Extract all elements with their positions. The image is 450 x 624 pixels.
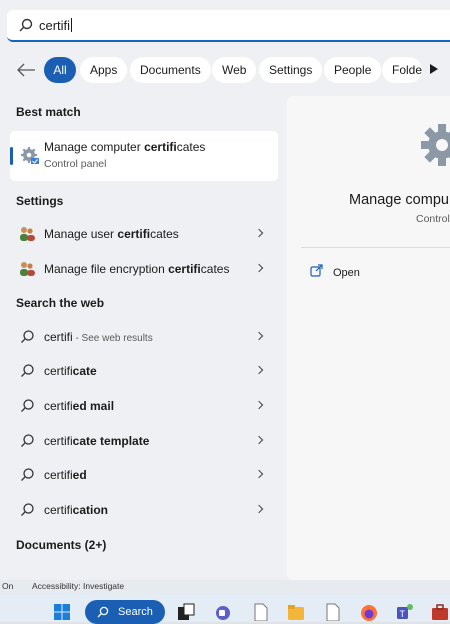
chevron-right-icon[interactable] xyxy=(254,400,264,410)
documents-heading[interactable]: Documents (2+) xyxy=(16,538,106,552)
result-label: certificate template xyxy=(44,434,150,448)
filter-chip-settings[interactable]: Settings xyxy=(259,57,323,83)
selection-indicator xyxy=(10,147,13,165)
filter-chip-documents[interactable]: Documents xyxy=(130,57,211,83)
task-view-icon[interactable] xyxy=(177,603,195,621)
best-match-result[interactable]: Manage computer certificates Control pan… xyxy=(10,131,278,181)
search-icon xyxy=(21,434,34,447)
file-explorer-icon[interactable] xyxy=(287,603,305,621)
result-label: certification xyxy=(44,503,109,517)
best-match-title: Manage computer certificates xyxy=(44,140,206,154)
preview-pane: Manage compu Control Open xyxy=(287,96,450,580)
taskbar-search-label: Search xyxy=(118,606,153,618)
web-result[interactable]: certification xyxy=(10,494,278,526)
result-label: certifi - See web results xyxy=(44,330,153,344)
filter-chip-web[interactable]: Web xyxy=(212,57,257,83)
status-left-text: On xyxy=(2,581,14,591)
result-label: certificate xyxy=(44,364,97,378)
search-icon xyxy=(97,606,109,618)
open-external-icon xyxy=(310,264,323,277)
result-label: certified xyxy=(44,468,87,482)
more-filters-arrow-icon[interactable] xyxy=(430,64,438,74)
web-result[interactable]: certified xyxy=(10,459,278,491)
open-action[interactable]: Open xyxy=(333,267,360,279)
chevron-right-icon[interactable] xyxy=(254,504,264,514)
web-result[interactable]: certifi - See web results xyxy=(10,321,278,353)
file-encryption-certificates-icon xyxy=(20,262,35,276)
chevron-right-icon[interactable] xyxy=(254,435,264,445)
settings-result-user-certificates[interactable]: Manage user certificates xyxy=(10,218,278,250)
result-label: Manage user certificates xyxy=(44,227,179,241)
status-strip: On Accessibility: Investigate xyxy=(0,580,450,594)
search-web-heading: Search the web xyxy=(16,296,105,310)
chevron-right-icon[interactable] xyxy=(254,263,264,273)
search-icon xyxy=(21,468,34,481)
search-icon xyxy=(21,503,34,516)
back-arrow-icon[interactable] xyxy=(16,63,36,77)
web-result[interactable]: certificate template xyxy=(10,425,278,457)
filter-chip-all[interactable]: All xyxy=(44,57,76,83)
search-panel: certifi All Apps Documents Web Settings … xyxy=(0,0,450,583)
teams-icon[interactable]: T xyxy=(396,603,414,621)
preview-subtitle: Control xyxy=(416,213,450,225)
best-match-subtitle: Control panel xyxy=(44,158,107,170)
filter-chip-apps[interactable]: Apps xyxy=(80,57,128,83)
firefox-icon[interactable] xyxy=(360,603,378,621)
svg-text:T: T xyxy=(400,609,406,619)
filter-chip-folders[interactable]: Folde xyxy=(382,57,422,83)
result-label: certified mail xyxy=(44,399,115,413)
search-icon xyxy=(21,330,34,343)
windows-start-icon[interactable] xyxy=(53,603,71,621)
best-match-heading: Best match xyxy=(16,105,81,119)
preview-title: Manage compu xyxy=(349,192,449,208)
document-app-icon[interactable] xyxy=(324,603,342,621)
search-icon xyxy=(21,364,34,377)
chevron-right-icon[interactable] xyxy=(254,365,264,375)
filter-bar: All Apps Documents Web Settings People F… xyxy=(0,56,450,86)
filter-chip-people[interactable]: People xyxy=(324,57,382,83)
certificate-manager-icon xyxy=(21,147,39,164)
accessibility-status[interactable]: Accessibility: Investigate xyxy=(32,581,124,591)
taskbar-search-button[interactable]: Search xyxy=(85,600,165,624)
chevron-right-icon[interactable] xyxy=(254,228,264,238)
result-label: Manage file encryption certificates xyxy=(44,262,230,276)
settings-result-file-encryption[interactable]: Manage file encryption certificates xyxy=(10,253,278,285)
settings-heading: Settings xyxy=(16,194,64,208)
search-input[interactable]: certifi xyxy=(39,18,73,33)
user-certificates-icon xyxy=(20,227,35,241)
web-result[interactable]: certified mail xyxy=(10,390,278,422)
chevron-right-icon[interactable] xyxy=(254,469,264,479)
chevron-right-icon[interactable] xyxy=(254,331,264,341)
search-box[interactable]: certifi xyxy=(7,10,450,42)
web-result[interactable]: certificate xyxy=(10,355,278,387)
search-icon xyxy=(19,18,33,32)
toolbox-app-icon[interactable] xyxy=(431,603,449,621)
divider xyxy=(301,247,450,248)
search-icon xyxy=(21,399,34,412)
gear-icon xyxy=(421,124,450,166)
meet-app-icon[interactable] xyxy=(214,603,232,621)
document-app-icon[interactable] xyxy=(252,603,270,621)
taskbar: Search T xyxy=(0,594,450,624)
